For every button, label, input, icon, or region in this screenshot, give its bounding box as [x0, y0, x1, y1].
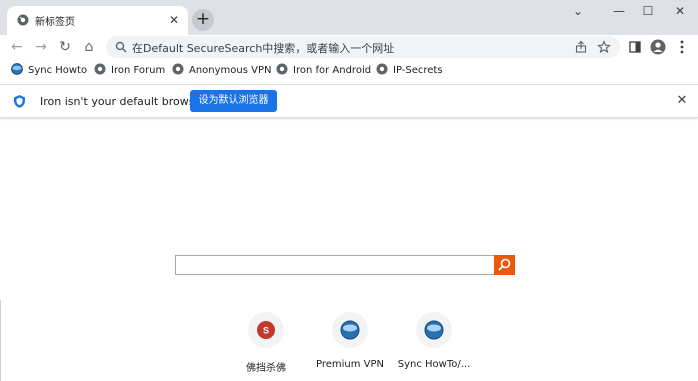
- globe-icon: [17, 14, 29, 26]
- bookmark-sync-howto[interactable]: Sync Howto: [11, 63, 87, 78]
- search-icon: [498, 258, 511, 271]
- left-edge-divider: [0, 300, 1, 381]
- reload-button[interactable]: ↻: [55, 37, 75, 57]
- close-tab-icon[interactable]: ✕: [166, 12, 182, 28]
- shortcut-icon-circle: [416, 312, 452, 348]
- maximize-button[interactable]: ☐: [630, 0, 666, 22]
- side-panel-icon[interactable]: [626, 38, 644, 56]
- shortcut-label: 佛挡杀佛: [246, 363, 286, 374]
- shortcut-tile[interactable]: S 佛挡杀佛: [221, 312, 311, 374]
- default-browser-infobar: Iron isn't your default browser 设为默认浏览器 …: [0, 84, 698, 118]
- letter-s-icon: S: [257, 321, 275, 339]
- menu-icon[interactable]: [673, 38, 691, 56]
- shortcut-letter: S: [263, 326, 269, 336]
- bookmark-label: IP-Secrets: [393, 65, 443, 76]
- home-button[interactable]: ⌂: [79, 37, 99, 57]
- profile-avatar-icon[interactable]: [649, 38, 667, 56]
- toolbar: ← → ↻ ⌂ 在Default SecureSearch中搜索，或者输入一个网…: [0, 35, 698, 59]
- share-icon[interactable]: [574, 40, 588, 54]
- new-tab-button[interactable]: +: [192, 9, 214, 31]
- bookmark-ip-secrets[interactable]: IP-Secrets: [376, 63, 443, 78]
- bookmark-anonymous-vpn[interactable]: Anonymous VPN: [172, 63, 272, 78]
- tab-strip: 新标签页 ✕ + ⌄ — ☐ ✕: [0, 0, 698, 35]
- shortcut-tile[interactable]: Sync HowTo/...: [389, 312, 479, 372]
- tab-title: 新标签页: [35, 17, 75, 28]
- search-button[interactable]: [494, 255, 515, 275]
- bookmark-label: Anonymous VPN: [189, 65, 272, 76]
- bookmark-label: Iron for Android: [293, 65, 372, 76]
- shortcut-icon-circle: [332, 312, 368, 348]
- address-bar[interactable]: 在Default SecureSearch中搜索，或者输入一个网址: [106, 36, 620, 58]
- infobar-message: Iron isn't your default browser: [40, 95, 206, 108]
- globe-icon: [276, 63, 288, 75]
- set-default-browser-button[interactable]: 设为默认浏览器: [190, 90, 277, 112]
- window-close-button[interactable]: ✕: [662, 0, 698, 22]
- search-input[interactable]: [175, 255, 495, 275]
- iron-globe-icon: [11, 63, 23, 75]
- shortcut-tile[interactable]: Premium VPN: [305, 312, 395, 372]
- bookmark-label: Sync Howto: [28, 65, 88, 76]
- tab-new-tab[interactable]: 新标签页 ✕: [7, 6, 188, 35]
- search-icon: [115, 41, 127, 53]
- star-icon[interactable]: [597, 40, 611, 54]
- iron-globe-icon: [424, 320, 444, 340]
- bookmark-iron-for-android[interactable]: Iron for Android: [276, 63, 371, 78]
- shortcut-label: Sync HowTo/...: [397, 359, 471, 370]
- bookmark-iron-forum[interactable]: Iron Forum: [94, 63, 165, 78]
- iron-globe-icon: [340, 320, 360, 340]
- forward-button[interactable]: →: [31, 37, 51, 57]
- shortcut-label: Premium VPN: [315, 359, 385, 370]
- shortcut-icon-circle: S: [248, 312, 284, 348]
- globe-icon: [172, 63, 184, 75]
- chevron-down-icon[interactable]: ⌄: [560, 0, 596, 22]
- chromium-shield-icon: [14, 95, 25, 108]
- infobar-close-icon[interactable]: ✕: [674, 93, 690, 109]
- back-button[interactable]: ←: [7, 37, 27, 57]
- address-bar-placeholder: 在Default SecureSearch中搜索，或者输入一个网址: [132, 42, 395, 55]
- globe-icon: [94, 63, 106, 75]
- globe-icon: [376, 63, 388, 75]
- bookmark-label: Iron Forum: [111, 65, 166, 76]
- bookmarks-bar: Sync Howto Iron Forum Anonymous VPN Iron…: [0, 59, 698, 81]
